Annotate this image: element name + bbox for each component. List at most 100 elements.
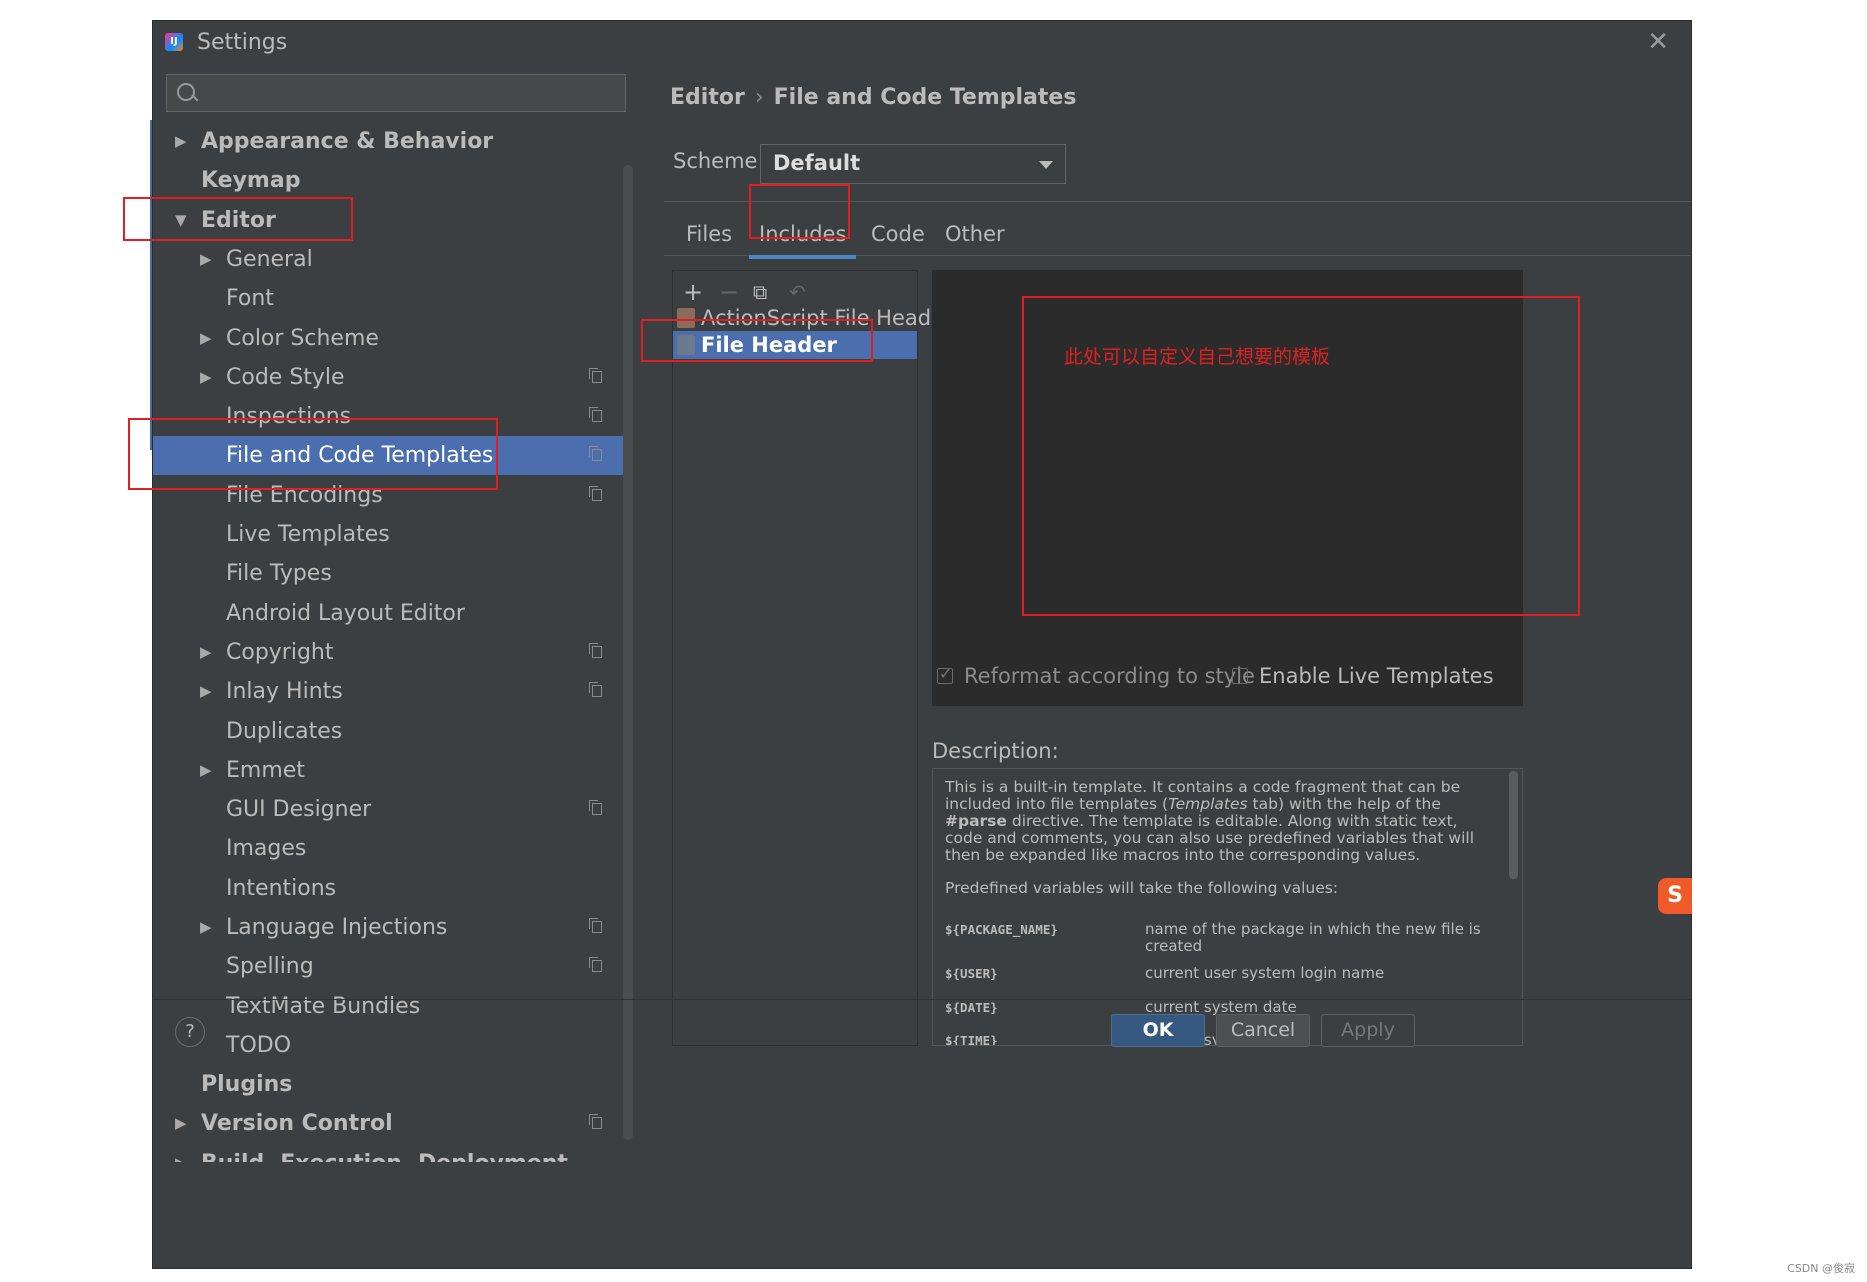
sidebar-item-build-execution-deployment[interactable]: ▶ Build, Execution, Deployment — [153, 1144, 623, 1162]
tab-code[interactable]: Code — [871, 213, 925, 255]
cancel-button[interactable]: Cancel — [1216, 1014, 1310, 1047]
project-scope-icon — [589, 407, 602, 422]
sidebar-item-label: TODO — [226, 1033, 292, 1058]
search-input[interactable] — [166, 74, 626, 112]
sidebar-scrollbar[interactable] — [623, 165, 633, 1140]
project-scope-icon — [589, 957, 602, 972]
ok-button[interactable]: OK — [1111, 1014, 1205, 1047]
sidebar-item-textmate-bundles[interactable]: TextMate Bundles — [153, 987, 623, 1026]
sidebar-item-label: Keymap — [201, 168, 301, 193]
project-scope-icon — [589, 800, 602, 815]
sidebar-item-label: Font — [226, 286, 274, 311]
annotation-box-templates — [128, 418, 498, 490]
description-panel: This is a built-in template. It contains… — [932, 768, 1523, 1046]
project-scope-icon — [589, 643, 602, 658]
chevron-right-icon[interactable]: ▶ — [200, 751, 212, 790]
sidebar-item-duplicates[interactable]: Duplicates — [153, 712, 623, 751]
sidebar-item-appearance-behavior[interactable]: ▶ Appearance & Behavior — [153, 122, 623, 161]
sidebar-item-label: Duplicates — [226, 719, 343, 744]
tab-files[interactable]: Files — [686, 213, 732, 255]
sidebar-item-language-injections[interactable]: ▶ Language Injections — [153, 908, 623, 947]
chevron-right-icon[interactable]: ▶ — [200, 319, 212, 358]
sidebar-item-label: Build, Execution, Deployment — [201, 1144, 568, 1162]
sidebar-item-file-types[interactable]: File Types — [153, 554, 623, 593]
chevron-right-icon[interactable]: ▶ — [200, 358, 212, 397]
sidebar-item-label: Appearance & Behavior — [201, 129, 494, 154]
sidebar-item-gui-designer[interactable]: GUI Designer — [153, 790, 623, 829]
project-scope-icon — [589, 368, 602, 383]
sidebar-item-font[interactable]: Font — [153, 279, 623, 318]
sidebar-item-intentions[interactable]: Intentions — [153, 869, 623, 908]
breadcrumb-separator: › — [754, 85, 764, 110]
window-title: Settings — [197, 29, 288, 55]
breadcrumb-current: File and Code Templates — [773, 85, 1077, 110]
chevron-right-icon[interactable]: ▶ — [175, 1144, 187, 1162]
search-icon — [177, 83, 195, 101]
project-scope-icon — [589, 1114, 602, 1129]
sidebar-item-live-templates[interactable]: Live Templates — [153, 515, 623, 554]
footer-divider — [153, 999, 1691, 1000]
chevron-down-icon — [1039, 161, 1053, 169]
sidebar-item-label: Version Control — [201, 1111, 393, 1136]
sidebar-item-general[interactable]: ▶ General — [153, 240, 623, 279]
close-icon[interactable]: ✕ — [1647, 27, 1669, 57]
title-bar: IJ Settings ✕ — [153, 21, 1691, 63]
annotation-box-file-header — [641, 319, 873, 362]
sidebar-item-version-control[interactable]: ▶ Version Control — [153, 1104, 623, 1143]
remove-icon[interactable]: − — [719, 278, 739, 306]
sidebar-item-label: Language Injections — [226, 915, 448, 940]
breadcrumb: Editor › File and Code Templates — [670, 85, 1076, 110]
sidebar-item-keymap[interactable]: Keymap — [153, 161, 623, 200]
sidebar-item-label: Emmet — [226, 758, 305, 783]
scheme-label: Scheme: — [673, 149, 765, 173]
sidebar-item-android-layout-editor[interactable]: Android Layout Editor — [153, 594, 623, 633]
sidebar-item-color-scheme[interactable]: ▶ Color Scheme — [153, 319, 623, 358]
live-templates-checkbox[interactable] — [1232, 668, 1248, 684]
live-templates-label: Enable Live Templates — [1259, 664, 1494, 688]
template-list-pane: + − ⧉ ↶ ActionScript File Header File He… — [672, 270, 953, 1046]
sidebar-item-label: Code Style — [226, 365, 345, 390]
scheme-dropdown[interactable]: Default — [760, 144, 1066, 184]
chevron-right-icon[interactable]: ▶ — [175, 122, 187, 161]
breadcrumb-parent[interactable]: Editor — [670, 85, 745, 110]
settings-tree: ▶ Appearance & Behavior Keymap ▼ Editor ▶ Gene… — [153, 122, 623, 1162]
chevron-right-icon[interactable]: ▶ — [200, 240, 212, 279]
sidebar-item-todo[interactable]: TODO — [153, 1026, 623, 1065]
sidebar-item-plugins[interactable]: Plugins — [153, 1065, 623, 1104]
sidebar-item-copyright[interactable]: ▶ Copyright — [153, 633, 623, 672]
project-scope-icon — [589, 682, 602, 697]
sidebar-item-label: Spelling — [226, 954, 314, 979]
reformat-checkbox[interactable] — [937, 664, 953, 684]
sidebar-item-label: Android Layout Editor — [226, 601, 465, 626]
sidebar-item-inlay-hints[interactable]: ▶ Inlay Hints — [153, 672, 623, 711]
add-icon[interactable]: + — [683, 278, 703, 306]
annotation-box-includes — [749, 184, 850, 239]
annotation-text: 此处可以自定义自己想要的模板 — [1064, 346, 1331, 368]
sidebar-item-label: Plugins — [201, 1072, 293, 1097]
description-text: This is a built-in template. It contains… — [945, 779, 1490, 905]
description-scrollbar[interactable] — [1509, 771, 1518, 879]
intellij-app-icon: IJ — [165, 33, 183, 51]
sogou-ime-badge[interactable]: S — [1658, 878, 1692, 914]
sidebar-item-label: General — [226, 247, 313, 272]
scheme-value: Default — [773, 151, 861, 175]
reset-icon[interactable]: ↶ — [789, 280, 806, 304]
chevron-right-icon[interactable]: ▶ — [200, 633, 212, 672]
watermark: CSDN @俊寂 — [1787, 1262, 1855, 1275]
chevron-right-icon[interactable]: ▶ — [200, 908, 212, 947]
apply-button[interactable]: Apply — [1321, 1014, 1415, 1047]
tab-other[interactable]: Other — [945, 213, 1005, 255]
sidebar-item-emmet[interactable]: ▶ Emmet — [153, 751, 623, 790]
sidebar-item-images[interactable]: Images — [153, 829, 623, 868]
copy-icon[interactable]: ⧉ — [753, 280, 767, 304]
chevron-right-icon[interactable]: ▶ — [175, 1104, 187, 1143]
help-button[interactable]: ? — [175, 1017, 205, 1047]
settings-dialog: IJ Settings ✕ ▶ Appearance & Behavior Keym… — [152, 20, 1692, 1269]
sidebar-item-label: Inlay Hints — [226, 679, 343, 704]
sidebar-item-label: Live Templates — [226, 522, 390, 547]
sidebar-item-spelling[interactable]: Spelling — [153, 947, 623, 986]
chevron-right-icon[interactable]: ▶ — [200, 672, 212, 711]
project-scope-icon — [589, 446, 602, 461]
sidebar-item-code-style[interactable]: ▶ Code Style — [153, 358, 623, 397]
sidebar-item-label: Copyright — [226, 640, 334, 665]
